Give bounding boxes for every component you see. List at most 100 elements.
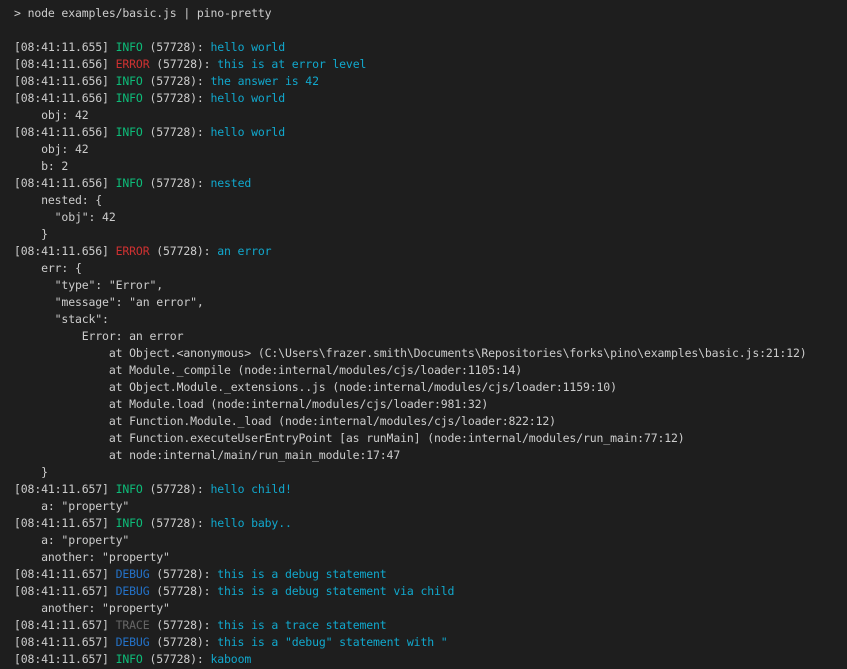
log-timestamp: [08:41:11.657]: [14, 652, 116, 666]
stack-trace-line: at Object.<anonymous> (C:\Users\frazer.s…: [14, 346, 807, 360]
stack-trace-line: at Function.Module._load (node:internal/…: [14, 414, 556, 428]
terminal-blank-line: [14, 22, 847, 39]
shell-command: node examples/basic.js | pino-pretty: [28, 6, 272, 20]
log-level: INFO: [116, 40, 143, 54]
terminal-line: [08:41:11.656] INFO (57728): hello world: [14, 124, 847, 141]
log-pid: (57728):: [143, 40, 211, 54]
stack-trace-line: at node:internal/main/run_main_module:17…: [14, 448, 400, 462]
terminal-line: [08:41:11.655] INFO (57728): hello world: [14, 39, 847, 56]
terminal-line: "message": "an error",: [14, 294, 847, 311]
log-pid: (57728):: [149, 635, 217, 649]
terminal-line: > node examples/basic.js | pino-pretty: [14, 5, 847, 22]
log-level: TRACE: [116, 618, 150, 632]
terminal-line: at node:internal/main/run_main_module:17…: [14, 447, 847, 464]
terminal-line: [08:41:11.657] INFO (57728): hello baby.…: [14, 515, 847, 532]
log-timestamp: [08:41:11.657]: [14, 567, 116, 581]
log-property: obj: 42: [14, 108, 89, 122]
terminal-output[interactable]: > node examples/basic.js | pino-pretty [0…: [0, 0, 847, 669]
log-level: INFO: [116, 91, 143, 105]
log-message: hello child!: [210, 482, 291, 496]
terminal-line: at Function.executeUserEntryPoint [as ru…: [14, 430, 847, 447]
log-message: an error: [217, 244, 271, 258]
log-timestamp: [08:41:11.656]: [14, 57, 116, 71]
terminal-line: [08:41:11.657] INFO (57728): hello child…: [14, 481, 847, 498]
shell-prompt: >: [14, 6, 28, 20]
terminal-line: [08:41:11.656] INFO (57728): hello world: [14, 90, 847, 107]
log-level: INFO: [116, 482, 143, 496]
log-timestamp: [08:41:11.657]: [14, 635, 116, 649]
log-property: nested: {: [14, 193, 102, 207]
log-message: this is a debug statement via child: [217, 584, 454, 598]
terminal-line: at Object.Module._extensions..js (node:i…: [14, 379, 847, 396]
log-timestamp: [08:41:11.656]: [14, 244, 116, 258]
log-message: hello world: [210, 91, 285, 105]
terminal-line: [08:41:11.656] ERROR (57728): an error: [14, 243, 847, 260]
log-property: }: [14, 227, 48, 241]
terminal-line: at Object.<anonymous> (C:\Users\frazer.s…: [14, 345, 847, 362]
log-pid: (57728):: [143, 176, 211, 190]
terminal-line: }: [14, 226, 847, 243]
log-property: a: "property": [14, 533, 129, 547]
terminal-line: another: "property": [14, 600, 847, 617]
log-pid: (57728):: [149, 57, 217, 71]
log-level: INFO: [116, 652, 143, 666]
log-pid: (57728):: [149, 244, 217, 258]
terminal-line: at Module._compile (node:internal/module…: [14, 362, 847, 379]
log-property: }: [14, 465, 48, 479]
terminal-line: [08:41:11.656] INFO (57728): the answer …: [14, 73, 847, 90]
log-property: "message": "an error",: [14, 295, 204, 309]
log-level: ERROR: [116, 57, 150, 71]
terminal-line: b: 2: [14, 158, 847, 175]
log-pid: (57728):: [143, 125, 211, 139]
terminal-line: [08:41:11.657] DEBUG (57728): this is a …: [14, 583, 847, 600]
terminal-line: at Module.load (node:internal/modules/cj…: [14, 396, 847, 413]
terminal-line: "obj": 42: [14, 209, 847, 226]
terminal-line: [08:41:11.657] DEBUG (57728): this is a …: [14, 634, 847, 651]
log-pid: (57728):: [149, 618, 217, 632]
log-timestamp: [08:41:11.657]: [14, 516, 116, 530]
log-message: kaboom: [210, 652, 251, 666]
log-property: a: "property": [14, 499, 129, 513]
log-pid: (57728):: [143, 74, 211, 88]
log-level: DEBUG: [116, 567, 150, 581]
log-message: hello world: [210, 40, 285, 54]
terminal-line: err: {: [14, 260, 847, 277]
stack-trace-line: at Function.executeUserEntryPoint [as ru…: [14, 431, 685, 445]
log-level: DEBUG: [116, 584, 150, 598]
terminal-line: a: "property": [14, 532, 847, 549]
log-property: err: {: [14, 261, 82, 275]
terminal-line: obj: 42: [14, 107, 847, 124]
terminal-line: nested: {: [14, 192, 847, 209]
stack-trace-line: at Module._compile (node:internal/module…: [14, 363, 522, 377]
terminal-line: [08:41:11.656] ERROR (57728): this is at…: [14, 56, 847, 73]
log-timestamp: [08:41:11.656]: [14, 74, 116, 88]
log-level: INFO: [116, 516, 143, 530]
log-timestamp: [08:41:11.656]: [14, 176, 116, 190]
terminal-line: "stack":: [14, 311, 847, 328]
log-timestamp: [08:41:11.656]: [14, 91, 116, 105]
log-level: DEBUG: [116, 635, 150, 649]
terminal-line: [08:41:11.657] DEBUG (57728): this is a …: [14, 566, 847, 583]
log-message: hello world: [210, 125, 285, 139]
log-property: b: 2: [14, 159, 68, 173]
log-pid: (57728):: [143, 482, 211, 496]
terminal-line: [08:41:11.656] INFO (57728): nested: [14, 175, 847, 192]
log-level: INFO: [116, 74, 143, 88]
log-message: this is a "debug" statement with ": [217, 635, 447, 649]
log-property: obj: 42: [14, 142, 89, 156]
log-property: another: "property": [14, 601, 170, 615]
log-pid: (57728):: [149, 567, 217, 581]
stack-trace-line: Error: an error: [14, 329, 183, 343]
log-level: INFO: [116, 176, 143, 190]
terminal-line: "type": "Error",: [14, 277, 847, 294]
stack-trace-line: at Module.load (node:internal/modules/cj…: [14, 397, 488, 411]
log-pid: (57728):: [149, 584, 217, 598]
log-pid: (57728):: [143, 652, 211, 666]
log-property: "type": "Error",: [14, 278, 163, 292]
log-level: INFO: [116, 125, 143, 139]
log-message: this is a trace statement: [217, 618, 386, 632]
log-pid: (57728):: [143, 91, 211, 105]
log-timestamp: [08:41:11.657]: [14, 618, 116, 632]
terminal-line: obj: 42: [14, 141, 847, 158]
terminal-line: }: [14, 464, 847, 481]
